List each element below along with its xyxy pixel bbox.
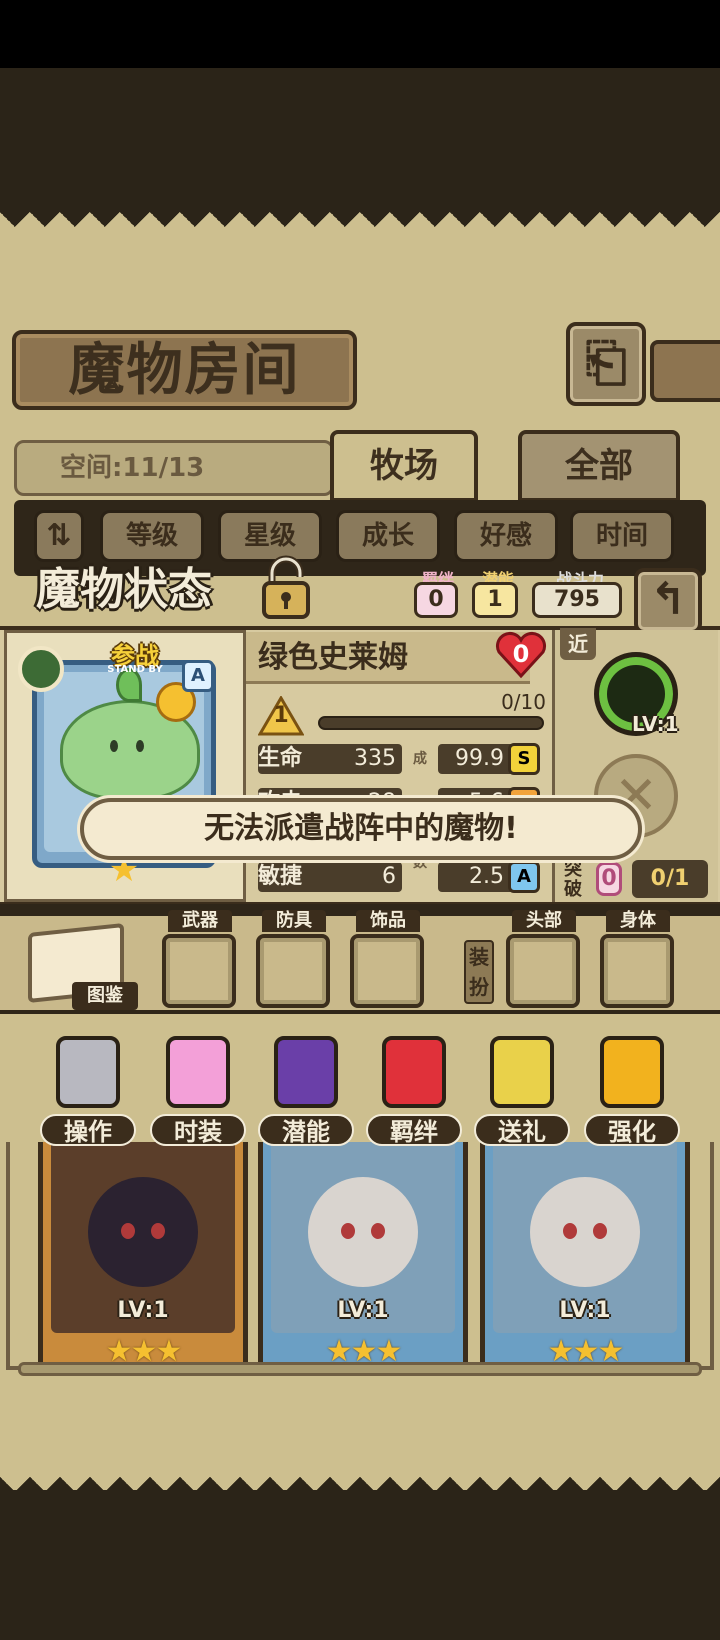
monster-eye: [121, 1223, 135, 1239]
status-bar-blank: [0, 0, 720, 68]
back-arrow-icon: ↰: [649, 574, 687, 625]
monster-face: [530, 1177, 640, 1287]
background-top: [0, 68, 720, 218]
monster-eye: [371, 1223, 385, 1239]
growth-value: 99.9: [455, 746, 504, 771]
accessory-slot[interactable]: [350, 934, 424, 1008]
monster-eye: [151, 1223, 165, 1239]
page-title: 魔物房间: [68, 337, 301, 403]
grade-badge: A: [508, 861, 540, 893]
nature-element-icon: [18, 646, 64, 692]
action-label: 送礼: [474, 1114, 570, 1146]
action-bond-hearts-button[interactable]: 羁绊: [366, 1036, 462, 1146]
sort-level-button[interactable]: 等级: [100, 510, 204, 562]
skill-level: LV:1: [632, 712, 679, 736]
armor-slot[interactable]: [256, 934, 330, 1008]
back-arrow-icon: ⎗: [585, 333, 627, 393]
outfit-icon: [166, 1036, 230, 1108]
power-value: 795: [532, 582, 622, 618]
action-potential-demon-button[interactable]: 潜能: [258, 1036, 354, 1146]
zigzag-border-top: [0, 212, 720, 242]
exp-bar: [318, 716, 544, 730]
action-outfit-button[interactable]: 时装: [150, 1036, 246, 1146]
slime-eye: [136, 740, 144, 752]
breakthrough-count: 0: [596, 862, 622, 896]
action-gift-button[interactable]: 送礼: [474, 1036, 570, 1146]
growth-side-label: 成: [413, 751, 427, 767]
action-label: 潜能: [258, 1114, 354, 1146]
level-value: 1: [273, 703, 289, 728]
growth-value: 2.5: [469, 864, 504, 889]
lock-icon[interactable]: [258, 555, 314, 621]
action-label: 时装: [150, 1114, 246, 1146]
header-right-plate: [650, 340, 720, 402]
monster-eye: [563, 1223, 577, 1239]
status-title: 魔物状态: [36, 564, 212, 615]
monster-name: 绿色史莱姆: [258, 640, 408, 675]
tab-ranch[interactable]: 牧场: [330, 430, 478, 502]
head-slot-label: 头部: [512, 910, 576, 932]
zigzag-border-bottom: [0, 1462, 720, 1492]
stat-label: 生命: [258, 746, 303, 771]
breakthrough-progress: 0/1: [632, 860, 708, 898]
sort-order-toggle[interactable]: ⇅: [34, 510, 84, 562]
armor-slot-label: 防具: [262, 910, 326, 932]
monster-card[interactable]: LV:1 ★★★: [38, 1126, 248, 1376]
range-tag: 近: [560, 628, 596, 660]
bond-value: 0: [414, 582, 458, 618]
action-label: 羁绊: [366, 1114, 462, 1146]
body-slot-label: 身体: [606, 910, 670, 932]
potential-demon-icon: [274, 1036, 338, 1108]
stat-value: 6: [382, 864, 396, 889]
monster-level: LV:1: [337, 1298, 389, 1323]
slime-eye: [110, 740, 118, 752]
monster-card[interactable]: LV:1 ★★★: [480, 1126, 690, 1376]
affection-value: 0: [512, 640, 530, 668]
toast-text: 无法派遣战阵中的魔物!: [204, 811, 518, 846]
weapon-slot[interactable]: [162, 934, 236, 1008]
accessory-slot-label: 饰品: [356, 910, 420, 932]
sort-affection-button[interactable]: 好感: [454, 510, 558, 562]
sort-growth-button[interactable]: 成长: [336, 510, 440, 562]
bestiary-button[interactable]: 图鉴: [72, 982, 138, 1010]
monster-card[interactable]: LV:1 ★★★: [258, 1126, 468, 1376]
sort-order-icon: ⇅: [46, 518, 72, 553]
tab-all[interactable]: 全部: [518, 430, 680, 502]
action-upgrade-arrows-button[interactable]: 强化: [584, 1036, 680, 1146]
potential-value: 1: [472, 582, 518, 618]
gift-icon: [490, 1036, 554, 1108]
sort-time-button[interactable]: 时间: [570, 510, 674, 562]
monster-face: [88, 1177, 198, 1287]
monster-level: LV:1: [117, 1298, 169, 1323]
grade-badge: S: [508, 743, 540, 775]
standby-label: 参战: [111, 642, 159, 670]
stat-value: 335: [354, 746, 396, 771]
stat-label: 敏捷: [258, 864, 303, 889]
dress-label: 装扮: [464, 940, 494, 1004]
action-label: 强化: [584, 1114, 680, 1146]
breakthrough-label: 突破: [564, 859, 582, 900]
upgrade-arrows-icon: [600, 1036, 664, 1108]
action-gear-button[interactable]: 操作: [40, 1036, 136, 1146]
weapon-slot-label: 武器: [168, 910, 232, 932]
standby-sublabel: STAND BY: [107, 664, 163, 675]
action-label: 操作: [40, 1114, 136, 1146]
back-button[interactable]: ⎗: [566, 322, 646, 406]
space-capacity: 空间:11/13: [60, 453, 205, 483]
background-bottom: [0, 1490, 720, 1640]
body-slot[interactable]: [600, 934, 674, 1008]
exp-text: 0/10: [501, 690, 546, 714]
list-bottom-bar: [18, 1362, 702, 1376]
bond-hearts-icon: [382, 1036, 446, 1108]
monster-level: LV:1: [559, 1298, 611, 1323]
head-slot[interactable]: [506, 934, 580, 1008]
gear-icon: [56, 1036, 120, 1108]
monster-eye: [341, 1223, 355, 1239]
close-status-button[interactable]: ↰: [634, 568, 702, 634]
monster-eye: [593, 1223, 607, 1239]
monster-face: [308, 1177, 418, 1287]
